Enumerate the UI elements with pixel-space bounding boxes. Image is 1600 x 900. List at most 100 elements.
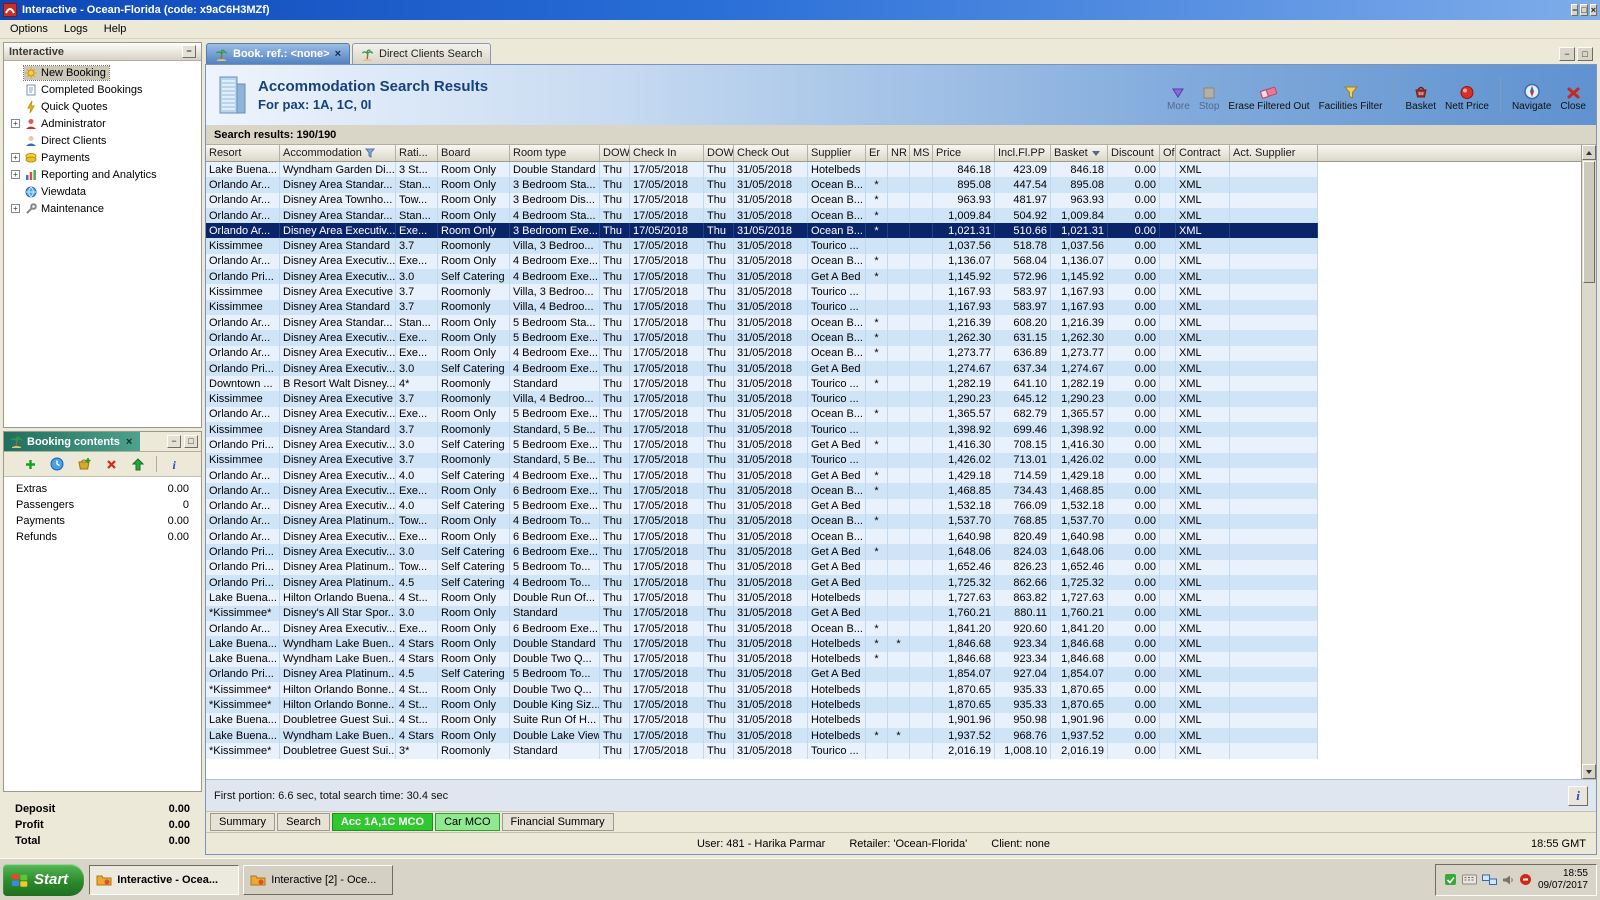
table-row[interactable]: Kissimmee Disney Area Standard 3.7 Roomonly…: [206, 422, 1318, 438]
expand-icon[interactable]: +: [11, 204, 20, 213]
table-row[interactable]: Orlando Pri... Disney Area Platinum... Tow…: [206, 559, 1318, 576]
basket-add-button[interactable]: [75, 455, 93, 473]
tray-shield-icon[interactable]: [1444, 873, 1457, 886]
table-row[interactable]: Orlando Pri... Disney Area Executiv... 3.0…: [206, 544, 1318, 560]
table-row[interactable]: Orlando Ar... Disney Area Executiv... Exe.…: [206, 620, 1318, 637]
tool-facilities-filter[interactable]: Facilities Filter: [1319, 80, 1382, 112]
tool-stop[interactable]: Stop: [1199, 80, 1219, 112]
column-header-resort[interactable]: Resort: [206, 145, 280, 161]
column-header-dow[interactable]: DOW: [600, 145, 630, 161]
menu-logs[interactable]: Logs: [56, 21, 96, 37]
sidebar-item-administrator[interactable]: + Administrator: [4, 115, 201, 132]
tool-basket[interactable]: Basket: [1405, 80, 1436, 112]
sidebar-item-completed-bookings[interactable]: Completed Bookings: [4, 81, 201, 98]
tool-erase-filtered-out[interactable]: Erase Filtered Out: [1228, 80, 1310, 112]
mdi-minimize-button[interactable]: −: [1559, 47, 1575, 61]
table-row[interactable]: Orlando Pri... Disney Area Platinum... 4.5…: [206, 575, 1318, 591]
column-header-nr[interactable]: NR: [888, 145, 910, 161]
close-tab-icon[interactable]: ×: [335, 48, 341, 60]
table-row[interactable]: Orlando Ar... Disney Area Executiv... Exe.…: [206, 330, 1318, 346]
minimize-button[interactable]: −: [1571, 3, 1579, 16]
expand-icon[interactable]: +: [11, 170, 20, 179]
availability-button[interactable]: [48, 455, 66, 473]
tab-book-ref-none[interactable]: Book. ref.: <none> ×: [206, 43, 351, 64]
table-row[interactable]: Kissimmee Disney Area Executive 3.7 Roomonl…: [206, 284, 1318, 300]
sidebar-item-reporting-and-analytics[interactable]: + Reporting and Analytics: [4, 166, 201, 183]
table-row[interactable]: Orlando Ar... Disney Area Executiv... 4.0 S…: [206, 467, 1318, 484]
table-row[interactable]: Lake Buena... Wyndham Lake Buen... 4 Stars…: [206, 636, 1318, 652]
table-row[interactable]: Kissimmee Disney Area Executive 3.7 Roomonl…: [206, 452, 1318, 468]
table-row[interactable]: Orlando Ar... Disney Area Platinum... Tow.…: [206, 513, 1318, 530]
sidebar-item-direct-clients[interactable]: Direct Clients: [4, 132, 201, 149]
tool-close[interactable]: Close: [1560, 80, 1586, 112]
expand-icon[interactable]: +: [11, 153, 20, 162]
table-row[interactable]: *Kissimmee* Hilton Orlando Bonne... 4 St..…: [206, 697, 1318, 713]
mdi-restore-button[interactable]: □: [1577, 47, 1593, 61]
column-header-act-supplier[interactable]: Act. Supplier: [1230, 145, 1318, 161]
bottom-tab-acc-1a-1c-mco[interactable]: Acc 1A,1C MCO: [331, 813, 434, 831]
column-header-check-out[interactable]: Check Out: [734, 145, 808, 161]
menu-options[interactable]: Options: [2, 21, 56, 37]
expand-icon[interactable]: +: [11, 119, 20, 128]
table-row[interactable]: Orlando Ar... Disney Area Executiv... Exe.…: [206, 483, 1318, 499]
column-header-room-type[interactable]: Room type: [510, 145, 600, 161]
info-button[interactable]: i: [1568, 785, 1588, 806]
table-row[interactable]: Kissimmee Disney Area Executive 3.7 Roomonl…: [206, 391, 1318, 407]
table-row[interactable]: Orlando Pri... Disney Area Executiv... 3.0…: [206, 437, 1318, 453]
delete-button[interactable]: [102, 455, 120, 473]
scrollbar-track[interactable]: [1582, 284, 1596, 764]
column-header-discount[interactable]: Discount: [1108, 145, 1160, 161]
table-row[interactable]: Downtown ... B Resort Walt Disney... 4* Roo…: [206, 376, 1318, 392]
bottom-tab-search[interactable]: Search: [277, 813, 330, 831]
maximize-button[interactable]: □: [1580, 3, 1588, 16]
scroll-down-button[interactable]: [1582, 764, 1596, 779]
table-row[interactable]: Lake Buena... Doubletree Guest Sui... 4 St…: [206, 712, 1318, 728]
panel-minimize-button[interactable]: −: [167, 435, 181, 448]
add-button[interactable]: [21, 455, 39, 473]
table-row[interactable]: Orlando Ar... Disney Area Executiv... Exe.…: [206, 406, 1318, 423]
filter-funnel-icon[interactable]: [364, 148, 375, 158]
sidebar-item-maintenance[interactable]: + Maintenance: [4, 200, 201, 217]
table-row[interactable]: Orlando Ar... Disney Area Standar... Stan.…: [206, 207, 1318, 224]
scrollbar-thumb[interactable]: [1583, 161, 1595, 283]
tray-volume-icon[interactable]: [1502, 874, 1514, 886]
table-row[interactable]: Orlando Ar... Disney Area Executiv... Exe.…: [206, 529, 1318, 545]
taskbar-button-1[interactable]: Interactive - Ocea...: [89, 864, 240, 895]
table-row[interactable]: Orlando Pri... Disney Area Executiv... 3.0…: [206, 269, 1318, 285]
table-row[interactable]: Orlando Ar... Disney Area Townho... Tow...…: [206, 192, 1318, 208]
table-row[interactable]: Orlando Pri... Disney Area Platinum... 4.5…: [206, 666, 1318, 683]
bottom-tab-summary[interactable]: Summary: [210, 813, 276, 831]
table-row[interactable]: Orlando Ar... Disney Area Executiv... 4.0 S…: [206, 498, 1318, 514]
table-row[interactable]: Orlando Ar... Disney Area Standar... Stan.…: [206, 177, 1318, 193]
panel-maximize-button[interactable]: □: [184, 435, 198, 448]
tool-nett-price[interactable]: Nett Price: [1445, 80, 1489, 112]
column-header-board[interactable]: Board: [438, 145, 510, 161]
column-header-check-in[interactable]: Check In: [630, 145, 704, 161]
bottom-tab-financial-summary[interactable]: Financial Summary: [501, 813, 614, 831]
bottom-tab-car-mco[interactable]: Car MCO: [435, 813, 500, 831]
column-header-of[interactable]: Of: [1160, 145, 1176, 161]
table-row[interactable]: Orlando Ar... Disney Area Standar... Stan.…: [206, 314, 1318, 331]
column-header-contract[interactable]: Contract: [1176, 145, 1230, 161]
sidebar-item-new-booking[interactable]: New Booking: [4, 64, 201, 81]
table-row[interactable]: Orlando Ar... Disney Area Executiv... Exe.…: [206, 253, 1318, 270]
table-row[interactable]: Lake Buena... Wyndham Lake Buen... 4 Stars…: [206, 651, 1318, 667]
tray-error-icon[interactable]: [1519, 873, 1532, 886]
tray-keyboard-icon[interactable]: [1461, 874, 1477, 885]
column-header-basket[interactable]: Basket: [1051, 145, 1108, 161]
close-panel-icon[interactable]: ×: [124, 436, 134, 448]
table-row[interactable]: Orlando Ar... Disney Area Executiv... Exe.…: [206, 345, 1318, 361]
tab-direct-clients-search[interactable]: Direct Clients Search: [352, 43, 492, 64]
column-header-ms[interactable]: MS: [910, 145, 933, 161]
table-row[interactable]: *Kissimmee* Disney's All Star Spor... 3.0 R…: [206, 605, 1318, 621]
sidebar-item-quick-quotes[interactable]: Quick Quotes: [4, 98, 201, 115]
vertical-scrollbar[interactable]: [1581, 145, 1596, 779]
tool-navigate[interactable]: Navigate: [1512, 80, 1551, 112]
column-header-price[interactable]: Price: [933, 145, 995, 161]
table-row[interactable]: Lake Buena... Wyndham Lake Buen... 4 Stars…: [206, 727, 1318, 744]
column-header-incl-fl-pp[interactable]: Incl.Fl.PP: [995, 145, 1051, 161]
upload-button[interactable]: [129, 455, 147, 473]
table-row[interactable]: Orlando Ar... Disney Area Executiv... Exe.…: [206, 223, 1318, 239]
sidebar-item-payments[interactable]: + Payments: [4, 149, 201, 166]
close-button[interactable]: ×: [1589, 3, 1597, 16]
